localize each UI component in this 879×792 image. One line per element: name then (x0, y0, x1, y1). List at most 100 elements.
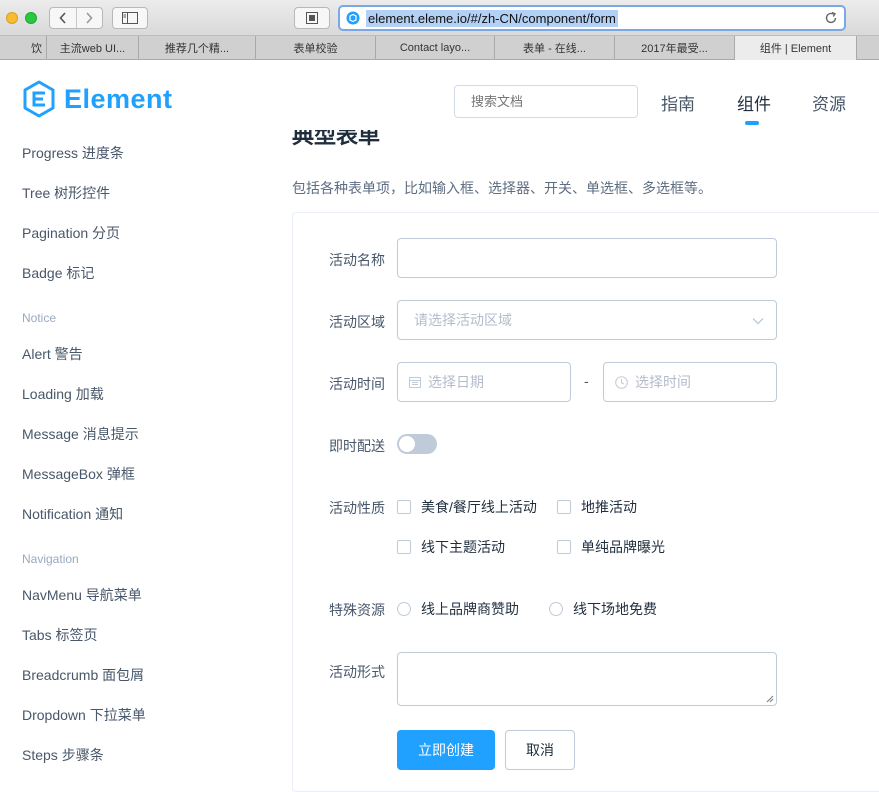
checkbox-label: 线下主题活动 (421, 539, 505, 555)
browser-tab[interactable]: 推荐几个精... (139, 36, 256, 60)
sidebar-toggle-button[interactable] (112, 7, 148, 29)
sidebar-item-tree[interactable]: Tree 树形控件 (22, 183, 110, 203)
radio-label: 线上品牌商赞助 (421, 601, 519, 617)
back-button[interactable] (50, 8, 76, 28)
forward-button[interactable] (75, 8, 103, 28)
site-logo[interactable]: Element (22, 80, 173, 118)
checkbox-label: 单纯品牌曝光 (581, 539, 665, 555)
time-label: 活动时间 (329, 376, 385, 392)
sidebar-item-loading[interactable]: Loading 加载 (22, 384, 104, 404)
browser-tab[interactable]: 表单 - 在线... (495, 36, 615, 60)
clock-icon (615, 375, 628, 389)
minimize-window-button[interactable] (6, 12, 18, 24)
browser-tab[interactable]: 饮 (0, 36, 47, 60)
tab-label: 2017年最受... (641, 43, 708, 55)
reader-button[interactable] (294, 7, 330, 29)
sidebar-item-badge[interactable]: Badge 标记 (22, 263, 94, 283)
checkbox-box (397, 500, 411, 514)
tab-label: 推荐几个精... (164, 43, 230, 55)
nav-guide[interactable]: 指南 (661, 90, 695, 115)
type-checkbox-online[interactable]: 美食/餐厅线上活动 (397, 497, 537, 517)
tab-label: 组件 | Element (759, 43, 832, 55)
sidebar-item-dropdown[interactable]: Dropdown 下拉菜单 (22, 705, 146, 725)
date-picker[interactable]: 选择日期 (397, 362, 571, 402)
sidebar-group-navigation: Navigation (22, 552, 79, 566)
section-description: 包括各种表单项，比如输入框、选择器、开关、单选框、多选框等。 (292, 180, 712, 196)
resize-grip-icon (766, 695, 774, 703)
address-bar[interactable]: element.eleme.io/#/zh-CN/component/form (338, 5, 846, 31)
region-select[interactable]: 请选择活动区域 (397, 300, 777, 340)
browser-tab-active[interactable]: 组件 | Element (735, 36, 857, 60)
desc-label: 活动形式 (329, 664, 385, 680)
switch-knob (399, 436, 415, 452)
history-nav (49, 7, 103, 29)
reload-button[interactable] (824, 11, 838, 30)
sidebar-group-notice: Notice (22, 311, 57, 325)
nav-resource[interactable]: 资源 (812, 90, 846, 115)
nav-component[interactable]: 组件 (737, 90, 771, 115)
site-favicon-icon (346, 11, 360, 25)
region-label: 活动区域 (329, 314, 385, 330)
tab-label: 主流web UI... (59, 43, 126, 55)
tab-label: 饮 (31, 43, 42, 55)
checkbox-label: 地推活动 (581, 499, 637, 515)
region-placeholder: 请选择活动区域 (414, 312, 512, 328)
sidebar-item-messagebox[interactable]: MessageBox 弹框 (22, 464, 135, 484)
time-picker[interactable]: 选择时间 (603, 362, 777, 402)
tab-strip: 饮 主流web UI... 推荐几个精... 表单校验 Contact layo… (0, 36, 879, 60)
time-placeholder: 选择时间 (635, 374, 691, 390)
sidebar-item-pagination[interactable]: Pagination 分页 (22, 223, 120, 243)
resource-radio-venue[interactable]: 线下场地免费 (549, 599, 657, 619)
sidebar-item-breadcrumb[interactable]: Breadcrumb 面包屑 (22, 665, 144, 685)
checkbox-box (397, 540, 411, 554)
sidebar-item-message[interactable]: Message 消息提示 (22, 424, 139, 444)
radio-circle (397, 602, 411, 616)
chevron-left-icon (59, 12, 66, 24)
type-checkbox-ground[interactable]: 地推活动 (557, 497, 637, 517)
browser-tab[interactable]: 主流web UI... (47, 36, 139, 60)
logo-text: Element (64, 83, 173, 114)
sidebar-item-notification[interactable]: Notification 通知 (22, 504, 123, 524)
browser-tab[interactable]: 表单校验 (256, 36, 376, 60)
radio-circle (549, 602, 563, 616)
checkbox-box (557, 500, 571, 514)
date-placeholder: 选择日期 (428, 374, 484, 390)
checkbox-box (557, 540, 571, 554)
resource-radio-sponsor[interactable]: 线上品牌商赞助 (397, 599, 519, 619)
checkbox-label: 美食/餐厅线上活动 (421, 499, 537, 515)
sidebar-item-alert[interactable]: Alert 警告 (22, 344, 83, 364)
name-input[interactable] (397, 238, 777, 278)
sidebar-item-tabs[interactable]: Tabs 标签页 (22, 625, 97, 645)
desc-textarea[interactable] (397, 652, 777, 706)
reader-icon (306, 12, 318, 24)
element-logo-icon (23, 80, 55, 118)
tab-label: 表单校验 (293, 43, 338, 55)
type-checkbox-brand[interactable]: 单纯品牌曝光 (557, 537, 665, 557)
section-title: 典型表单 (292, 130, 380, 154)
sidebar-item-steps[interactable]: Steps 步骤条 (22, 745, 104, 765)
url-text: element.eleme.io/#/zh-CN/component/form (366, 9, 618, 27)
type-label: 活动性质 (329, 500, 385, 516)
sidebar-icon (122, 12, 138, 24)
cancel-button[interactable]: 取消 (505, 730, 575, 770)
tab-label: Contact layo... (399, 42, 471, 54)
resource-label: 特殊资源 (329, 602, 385, 618)
section-title-text: 典型表单 (292, 130, 381, 148)
tab-label: 表单 - 在线... (523, 43, 586, 55)
delivery-label: 即时配送 (329, 438, 385, 454)
time-separator: - (584, 373, 589, 389)
browser-tab[interactable]: Contact layo... (376, 36, 495, 60)
name-label: 活动名称 (329, 252, 385, 268)
sidebar-item-progress[interactable]: Progress 进度条 (22, 143, 124, 163)
sidebar-item-navmenu[interactable]: NavMenu 导航菜单 (22, 585, 142, 605)
submit-button[interactable]: 立即创建 (397, 730, 495, 770)
chevron-right-icon (86, 12, 93, 24)
zoom-window-button[interactable] (25, 12, 37, 24)
browser-toolbar: element.eleme.io/#/zh-CN/component/form (0, 0, 879, 36)
type-checkbox-offline[interactable]: 线下主题活动 (397, 537, 505, 557)
browser-tab[interactable]: 2017年最受... (615, 36, 735, 60)
nav-active-indicator (745, 121, 759, 125)
delivery-switch[interactable] (397, 434, 437, 454)
calendar-icon (409, 377, 421, 388)
search-input[interactable] (454, 85, 638, 118)
